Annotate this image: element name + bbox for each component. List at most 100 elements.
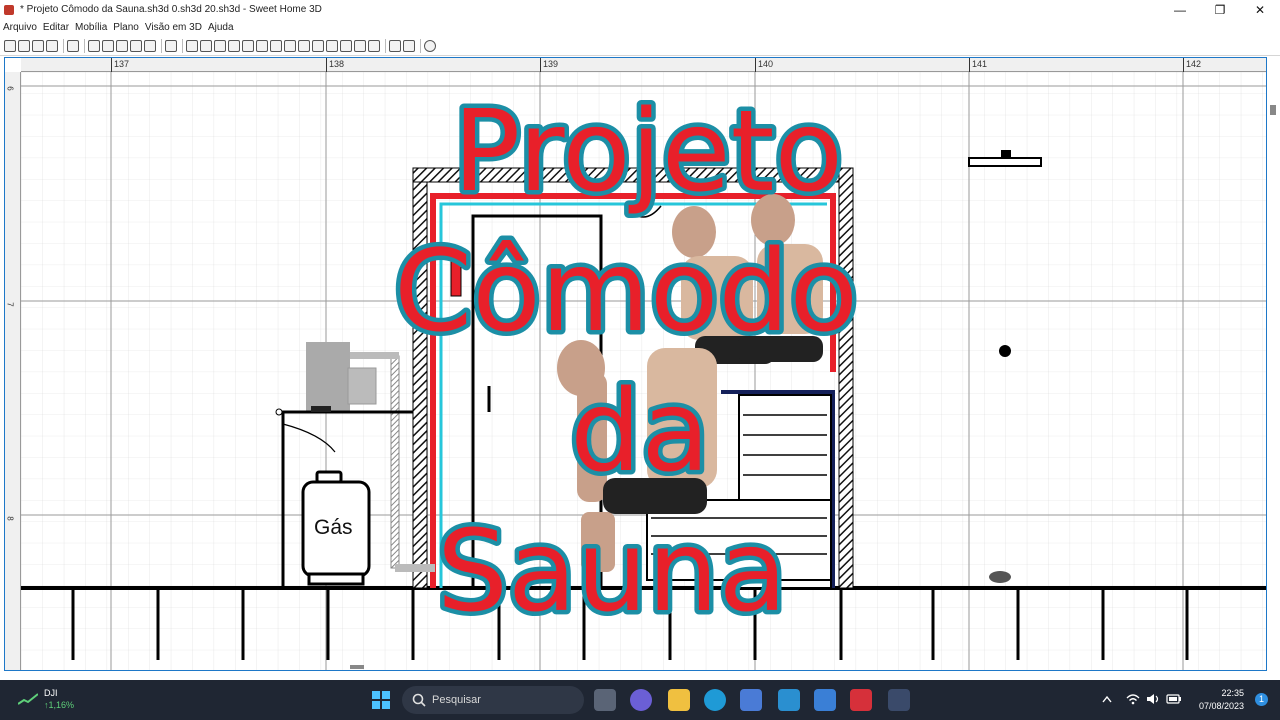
create-video-icon[interactable]: [403, 39, 415, 52]
decrease-text-icon[interactable]: [298, 39, 310, 52]
task-view-icon[interactable]: [594, 689, 616, 711]
save-icon[interactable]: [32, 39, 44, 52]
store-icon[interactable]: [740, 689, 762, 711]
zoom-in-icon[interactable]: [340, 39, 352, 52]
save-as-icon[interactable]: [46, 39, 58, 52]
sauna-right-wall[interactable]: [838, 167, 854, 589]
sauna-top-wall[interactable]: [412, 167, 854, 183]
bold-text-icon[interactable]: [312, 39, 324, 52]
volume-icon[interactable]: [1146, 693, 1160, 705]
create-photo-icon[interactable]: [389, 39, 401, 52]
redo-icon[interactable]: [102, 39, 114, 52]
create-rooms-icon[interactable]: [228, 39, 240, 52]
exhaust-pipe: [390, 355, 400, 569]
toolbar-separator: [84, 38, 85, 53]
stock-chart-icon: [18, 693, 38, 705]
ruler-tick: [326, 58, 327, 72]
heater-pipe: [350, 352, 399, 359]
valve: [311, 406, 331, 412]
create-walls-icon[interactable]: [214, 39, 226, 52]
ruler-tick: [755, 58, 756, 72]
shelf-knob: [275, 408, 283, 416]
window-title: * Projeto Cômodo da Sauna.sh3d 0.sh3d 20…: [20, 4, 322, 15]
undo-icon[interactable]: [88, 39, 100, 52]
red-app-icon[interactable]: [850, 689, 872, 711]
file-explorer-icon[interactable]: [668, 689, 690, 711]
menu-ajuda[interactable]: Ajuda: [208, 22, 234, 33]
edge-icon[interactable]: [704, 689, 726, 711]
plan-drawing[interactable]: Gás: [21, 72, 1266, 670]
toolbar-separator: [420, 38, 421, 53]
notification-badge[interactable]: 1: [1255, 693, 1268, 706]
pipe-connector: [395, 564, 435, 572]
wall-shelf[interactable]: [968, 157, 1042, 167]
stock-widget[interactable]: DJI ↑1,16%: [18, 687, 74, 711]
add-furniture-icon[interactable]: [165, 39, 177, 52]
ruler-label-6: 6: [5, 86, 15, 91]
new-icon[interactable]: [4, 39, 16, 52]
floor-object: [989, 571, 1011, 583]
toolbar-separator: [161, 38, 162, 53]
horizontal-scrollbar[interactable]: [350, 665, 364, 669]
ruler-label-138: 138: [329, 59, 345, 69]
paste-icon[interactable]: [144, 39, 156, 52]
folder-app-icon[interactable]: [814, 689, 836, 711]
gas-heater[interactable]: [306, 342, 350, 412]
teams-icon[interactable]: [630, 689, 652, 711]
ruler-label-7: 7: [5, 302, 15, 307]
ruler-tick: [969, 58, 970, 72]
sweet-home-icon[interactable]: [888, 689, 910, 711]
gas-label: Gás: [314, 516, 353, 539]
minimize-button[interactable]: —: [1160, 0, 1200, 19]
create-labels-icon[interactable]: [270, 39, 282, 52]
menu-editar[interactable]: Editar: [43, 22, 69, 33]
taskbar-search[interactable]: Pesquisar: [402, 686, 584, 714]
heater-unit: [347, 367, 377, 405]
chevron-up-icon[interactable]: [1102, 695, 1112, 703]
italic-text-icon[interactable]: [326, 39, 338, 52]
l-app-icon[interactable]: [778, 689, 800, 711]
create-polylines-icon[interactable]: [242, 39, 254, 52]
toolbar: [0, 36, 1280, 56]
cut-icon[interactable]: [116, 39, 128, 52]
vertical-scrollbar[interactable]: [1270, 105, 1276, 115]
toolbar-separator: [182, 38, 183, 53]
open-icon[interactable]: [18, 39, 30, 52]
menu-arquivo[interactable]: Arquivo: [3, 22, 37, 33]
copy-icon[interactable]: [130, 39, 142, 52]
ceiling-light[interactable]: [999, 345, 1011, 357]
increase-text-icon[interactable]: [284, 39, 296, 52]
virtual-visit-icon[interactable]: [368, 39, 380, 52]
ruler-tick: [1183, 58, 1184, 72]
toolbar-separator: [385, 38, 386, 53]
help-icon[interactable]: [424, 39, 436, 52]
select-icon[interactable]: [186, 39, 198, 52]
toolbar-separator: [63, 38, 64, 53]
preferences-icon[interactable]: [67, 39, 79, 52]
ruler-tick: [540, 58, 541, 72]
app-window: * Projeto Cômodo da Sauna.sh3d 0.sh3d 20…: [0, 0, 1280, 720]
ruler-label-8: 8: [5, 516, 15, 521]
clock-time: 22:35: [1221, 688, 1244, 698]
widget-value: ↑1,16%: [44, 700, 75, 710]
pan-icon[interactable]: [200, 39, 212, 52]
menu-plano[interactable]: Plano: [113, 22, 139, 33]
plan-view[interactable]: 137 138 139 140 141 142 6 7 8 Gás: [4, 57, 1267, 671]
menu-visao-3d[interactable]: Visão em 3D: [145, 22, 202, 33]
sauna-left-wall[interactable]: [412, 181, 428, 589]
system-clock[interactable]: 22:35 07/08/2023: [1199, 687, 1244, 713]
windows-start-icon[interactable]: [371, 690, 391, 710]
vertical-ruler: 6 7 8: [5, 72, 21, 670]
taskbar: DJI ↑1,16% Pesquisar 22:35 07/08/2023 1: [0, 680, 1280, 720]
battery-icon[interactable]: [1166, 694, 1182, 704]
wifi-icon[interactable]: [1126, 693, 1140, 705]
plan-svg: [21, 72, 1266, 670]
thermometer: [450, 259, 462, 297]
close-button[interactable]: ✕: [1240, 0, 1280, 19]
menu-mobilia[interactable]: Mobília: [75, 22, 107, 33]
zoom-out-icon[interactable]: [354, 39, 366, 52]
create-dimensions-icon[interactable]: [256, 39, 268, 52]
ruler-tick: [111, 58, 112, 72]
ruler-label-142: 142: [1186, 59, 1202, 69]
maximize-button[interactable]: ❐: [1200, 0, 1240, 19]
